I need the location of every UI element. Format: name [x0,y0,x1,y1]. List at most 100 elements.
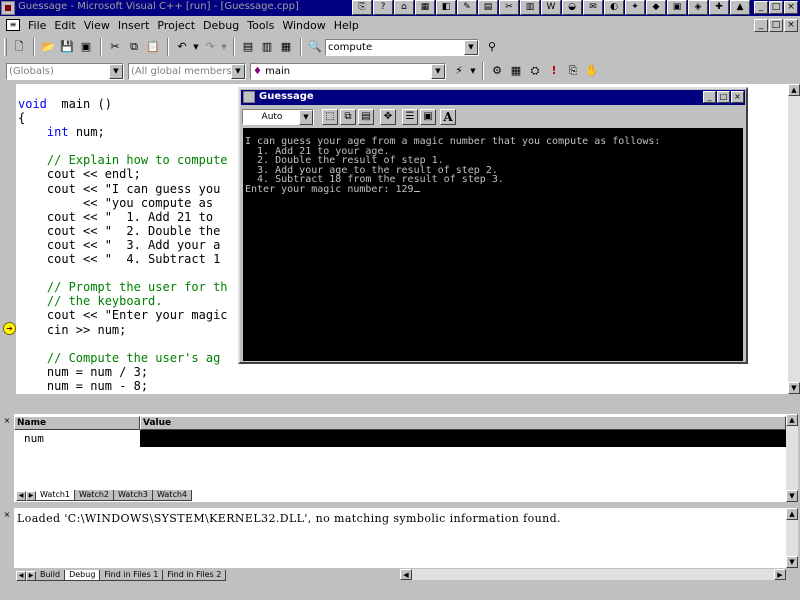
output-horizontal-scrollbar[interactable]: ◀ ▶ [400,569,786,580]
taskbar-app-icon[interactable]: ▤ [478,0,498,15]
tab-next-icon[interactable]: ▶ [26,571,36,581]
watch-row[interactable]: num [14,430,786,447]
editor-margin[interactable] [0,84,16,394]
watch-col-value[interactable]: Value [140,416,786,430]
scroll-down-icon[interactable]: ▼ [786,490,798,502]
taskbar-app-icon[interactable]: ✂ [499,0,519,15]
editor-vertical-scrollbar[interactable]: ▲ ▼ [788,84,800,394]
save-all-icon[interactable]: ▣ [77,38,95,56]
properties-icon[interactable]: ☰ [402,109,418,125]
tab-prev-icon[interactable]: ◀ [16,491,26,501]
taskbar-app-icon[interactable]: ▥ [520,0,540,15]
taskbar-app-icon[interactable]: ◈ [688,0,708,15]
wizard-action-dropdown-icon[interactable]: ▼ [469,62,477,80]
maximize-button[interactable]: □ [769,1,783,14]
chevron-down-icon[interactable]: ▼ [464,39,478,55]
members-combo[interactable]: (All global members) ▼ [128,62,246,80]
taskbar-app-icon[interactable]: ◐ [604,0,624,15]
redo-icon[interactable]: ↷ [201,38,219,56]
taskbar-app-icon[interactable]: ✉ [583,0,603,15]
cut-icon[interactable]: ✂ [106,38,124,56]
build-icon[interactable]: ▦ [507,62,525,80]
compile-icon[interactable]: ⚙ [488,62,506,80]
stop-build-icon[interactable]: ⛭ [526,62,544,80]
class-combo[interactable]: (Globals) ▼ [6,62,124,80]
paste-icon[interactable]: 📋 [144,38,162,56]
close-button[interactable]: × [784,1,798,14]
scroll-up-icon[interactable]: ▲ [788,84,800,96]
scroll-left-icon[interactable]: ◀ [400,569,412,580]
tab-build[interactable]: Build [36,570,66,581]
taskbar-app-icon[interactable]: W [541,0,561,15]
scroll-right-icon[interactable]: ▶ [774,569,786,580]
font-icon[interactable]: A [440,109,456,125]
execute-icon[interactable]: ! [545,62,563,80]
taskbar-app-icon[interactable]: ◒ [562,0,582,15]
source-code[interactable]: void main (){ int num;​ // Explain how t… [18,97,228,393]
wizard-action-icon[interactable]: ⚡ [450,62,468,80]
console-close-button[interactable]: × [731,91,744,103]
find-icon[interactable]: ⚲ [483,38,501,56]
tab-watch3[interactable]: Watch3 [114,490,153,501]
taskbar-app-icon[interactable]: ▲ [730,0,750,15]
tab-watch2[interactable]: Watch2 [75,490,114,501]
menu-debug[interactable]: Debug [199,19,243,32]
menu-tools[interactable]: Tools [243,19,278,32]
copy-icon[interactable]: ⧉ [125,38,143,56]
output-vertical-scrollbar[interactable]: ▲ ▼ [786,508,798,568]
undo-dropdown-icon[interactable]: ▼ [192,38,200,56]
doc-close-button[interactable]: × [784,19,798,32]
document-icon[interactable]: ≡ [6,19,20,31]
taskbar-app-icon[interactable]: ◧ [436,0,456,15]
insert-breakpoint-icon[interactable]: ✋ [583,62,601,80]
console-output[interactable]: I can guess your age from a magic number… [243,128,743,361]
menu-view[interactable]: View [80,19,114,32]
minimize-button[interactable]: _ [754,1,768,14]
console-maximize-button[interactable]: □ [717,91,730,103]
taskbar-app-icon[interactable]: ✚ [709,0,729,15]
tab-next-icon[interactable]: ▶ [26,491,36,501]
chevron-down-icon[interactable]: ▼ [231,63,245,79]
menu-insert[interactable]: Insert [114,19,154,32]
tab-find-in-files-1[interactable]: Find in Files 1 [100,570,164,581]
save-icon[interactable]: 💾 [58,38,76,56]
console-minimize-button[interactable]: _ [703,91,716,103]
console-title-bar[interactable]: Guessage _ □ × [241,90,745,105]
output-window-icon[interactable]: ▥ [258,38,276,56]
watch-row-name[interactable]: num [14,430,140,447]
find-in-files-icon[interactable]: 🔍 [306,38,324,56]
taskbar-app-icon[interactable]: ⎘ [352,0,372,15]
undo-icon[interactable]: ↶ [173,38,191,56]
tab-watch4[interactable]: Watch4 [153,490,192,501]
go-icon[interactable]: ⎘ [564,62,582,80]
chevron-down-icon[interactable]: ▼ [431,63,445,79]
taskbar-app-icon[interactable]: ✦ [625,0,645,15]
doc-restore-button[interactable]: □ [769,19,783,32]
watch-vertical-scrollbar[interactable]: ▲ ▼ [786,414,798,502]
output-body[interactable]: Loaded 'C:\WINDOWS\SYSTEM\KERNEL32.DLL',… [14,508,786,568]
app-icon[interactable] [1,1,15,15]
watch-row-value[interactable] [140,430,786,447]
taskbar-app-icon[interactable]: ▦ [415,0,435,15]
new-file-icon[interactable]: 🗋 [10,38,28,56]
menu-file[interactable]: File [24,19,50,32]
find-combo[interactable]: compute ▼ [325,38,479,56]
watch-col-name[interactable]: Name [14,416,140,430]
doc-minimize-button[interactable]: _ [754,19,768,32]
background-icon[interactable]: ▣ [420,109,436,125]
scroll-down-icon[interactable]: ▼ [788,382,800,394]
menu-project[interactable]: Project [153,19,199,32]
chevron-down-icon[interactable]: ▼ [299,109,313,125]
taskbar-app-icon[interactable]: ▣ [667,0,687,15]
console-app-icon[interactable] [243,91,255,103]
paste-icon[interactable]: ▤ [358,109,374,125]
copy-icon[interactable]: ⧉ [340,109,356,125]
open-folder-icon[interactable]: 📂 [39,38,57,56]
taskbar-app-icon[interactable]: ✎ [457,0,477,15]
taskbar-app-icon[interactable]: ◆ [646,0,666,15]
tab-find-in-files-2[interactable]: Find in Files 2 [163,570,227,581]
mark-icon[interactable]: ⬚ [322,109,338,125]
chevron-down-icon[interactable]: ▼ [109,63,123,79]
menu-window[interactable]: Window [278,19,329,32]
fullscreen-icon[interactable]: ✥ [380,109,396,125]
